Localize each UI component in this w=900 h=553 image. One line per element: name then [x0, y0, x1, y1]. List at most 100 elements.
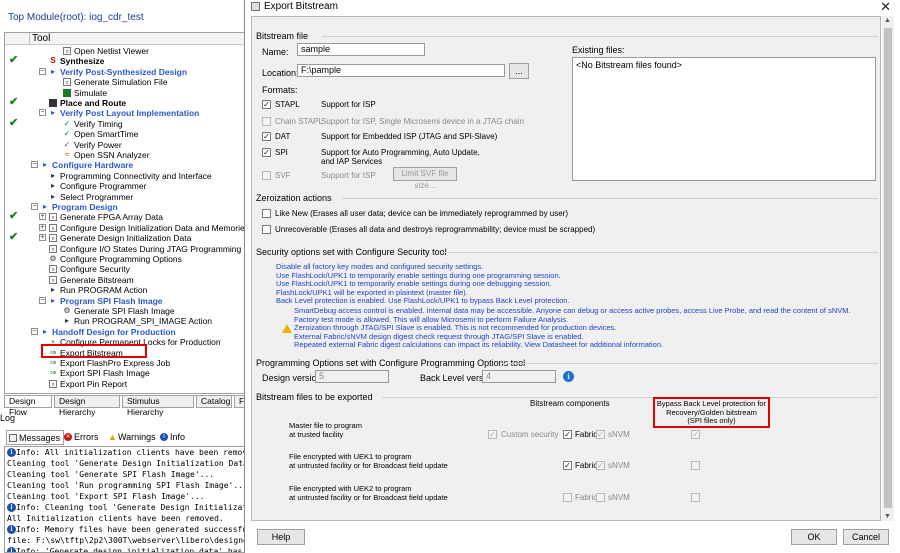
snvm-label: sNVM — [608, 461, 630, 470]
tree-item[interactable]: − ▸ Verify Post Layout Implementation — [5, 108, 247, 118]
snvm-checkbox[interactable]: ✓ — [596, 461, 605, 470]
log-tab-errors-label: Errors — [74, 432, 99, 442]
expander-icon[interactable]: + — [39, 213, 46, 221]
tree-item[interactable]: ⚙ Configure Programming Options — [5, 254, 247, 264]
warning-icon — [282, 324, 292, 333]
expander-icon[interactable]: + — [39, 223, 46, 231]
tree-item[interactable]: ✔ + ▫ Generate FPGA Array Data — [5, 211, 247, 223]
tree-item[interactable]: − ▸ Handoff Design for Production — [5, 327, 247, 337]
tree-item[interactable]: ▸ Run PROGRAM Action — [5, 285, 247, 295]
log-tab-info[interactable]: i Info — [158, 430, 185, 445]
location-label: Location: — [262, 68, 299, 78]
tool-header-label: Tool — [32, 33, 51, 44]
tree-item[interactable]: ⇒ Export SPI Flash Image — [5, 368, 247, 378]
tab-catalog[interactable]: Catalog — [196, 396, 232, 408]
tree-item[interactable]: − ▸ Program Design — [5, 202, 247, 212]
bypass-checkbox[interactable] — [691, 461, 700, 470]
tree-item[interactable]: ▫ Open Netlist Viewer — [5, 46, 247, 56]
browse-button[interactable]: ... — [509, 63, 529, 79]
bypass-checkbox[interactable] — [691, 493, 700, 502]
close-icon[interactable]: ✕ — [880, 0, 891, 15]
info-icon[interactable]: i — [563, 371, 574, 382]
bypass-checkbox[interactable]: ✓ — [691, 430, 700, 439]
log-line: All Initialization clients have been rem… — [7, 513, 247, 524]
dialog-title: Export Bitstream — [264, 1, 338, 12]
tree-item[interactable]: ✔ Place and Route — [5, 97, 247, 109]
document-icon: ▫ — [49, 265, 57, 274]
tree-item[interactable]: ▸ Select Programmer — [5, 192, 247, 202]
tree-item[interactable]: ✔ ✓ Verify Timing — [5, 117, 247, 129]
tree-item[interactable]: ≈ Open SSN Analyzer — [5, 150, 247, 160]
format-spi-checkbox[interactable]: ✓ — [262, 148, 271, 157]
expander-icon[interactable]: + — [39, 234, 46, 242]
format-stapl-checkbox[interactable]: ✓ — [262, 100, 271, 109]
log-line: Cleaning tool 'Generate SPI Flash Image'… — [7, 469, 247, 480]
dialog-scrollbar[interactable]: ▲ ▼ — [882, 16, 894, 521]
expander-icon[interactable]: − — [31, 161, 38, 169]
document-icon: ▫ — [63, 78, 71, 87]
expander-icon[interactable]: − — [39, 67, 46, 75]
snvm-checkbox[interactable]: ✓ — [596, 430, 605, 439]
format-name: SVF — [275, 171, 291, 180]
help-button[interactable]: Help — [257, 529, 305, 545]
tree-item[interactable]: ⇒ Export FlashPro Express Job — [5, 358, 247, 368]
tree-item[interactable]: ▸ Run PROGRAM_SPI_IMAGE Action — [5, 316, 247, 326]
expander-icon[interactable]: − — [39, 109, 46, 117]
fabric-checkbox[interactable]: ✓ — [563, 430, 572, 439]
tree-item[interactable]: − ▸ Verify Post-Synthesized Design — [5, 67, 247, 77]
tree-item[interactable]: ▫ Generate Bitstream — [5, 275, 247, 285]
name-input[interactable]: sample — [297, 43, 425, 56]
bypass-highlight: Bypass Back Level protection for Recover… — [653, 397, 770, 428]
tree-item[interactable]: ▸ Programming Connectivity and Interface — [5, 171, 247, 181]
expander-icon[interactable]: − — [39, 296, 46, 304]
format-description: Support for Auto Programming, Auto Updat… — [321, 148, 480, 166]
tree-item[interactable]: + ▫ Configure Design Initialization Data a… — [5, 223, 247, 233]
tree-item[interactable]: − ▸ Program SPI Flash Image — [5, 296, 247, 306]
unrecoverable-checkbox[interactable] — [262, 225, 271, 234]
tree-item[interactable]: ▸ Configure Programmer — [5, 181, 247, 192]
security-section: Security options set with Configure Secu… — [256, 247, 447, 257]
tool-column-header[interactable]: Tool — [5, 33, 247, 45]
format-chain-stapl-checkbox[interactable] — [262, 117, 271, 126]
tab-design-flow[interactable]: Design Flow — [4, 396, 52, 417]
log-line: i Info: 'Generate design initialization d… — [7, 546, 247, 552]
format-dat-checkbox[interactable]: ✓ — [262, 132, 271, 141]
log-tab-messages[interactable]: Messages — [6, 430, 65, 445]
log-tab-messages-label: Messages — [19, 433, 61, 443]
tree-item[interactable]: ▫ Generate Simulation File — [5, 77, 247, 87]
tree-item-label: Configure Security — [60, 264, 130, 275]
log-tab-warnings[interactable]: ▲ Warnings — [106, 430, 156, 445]
log-line-text: Cleaning tool 'Run programming SPI Flash… — [7, 481, 248, 490]
custom-security-checkbox[interactable]: ✓ — [488, 430, 497, 439]
tree-item[interactable]: ▫ Export Pin Report — [5, 379, 247, 389]
tab-stimulus-hierarchy[interactable]: Stimulus Hierarchy — [122, 396, 194, 417]
tree-item[interactable]: ✓ Open SmartTime — [5, 129, 247, 139]
fabric-checkbox[interactable] — [563, 493, 572, 502]
expander-icon[interactable]: − — [31, 327, 38, 335]
expander-icon[interactable]: − — [31, 203, 38, 210]
existing-files-list[interactable]: <No Bitstream files found> — [572, 57, 876, 181]
tree-item[interactable]: ✓ Verify Power — [5, 140, 247, 150]
tree-item[interactable]: ⚙ Generate SPI Flash Image — [5, 306, 247, 316]
tree-item-label: Configure Programmer — [60, 181, 147, 192]
like-new-checkbox[interactable] — [262, 209, 271, 218]
tree-item[interactable]: − ▸ Configure Hardware — [5, 160, 247, 170]
tree-item[interactable]: ✔ + ▫ Generate Design Initialization Data — [5, 232, 247, 244]
tree-item[interactable]: ▫ Configure I/O States During JTAG Progra… — [5, 244, 247, 254]
tree-item[interactable]: Simulate — [5, 88, 247, 98]
tab-design-hierarchy[interactable]: Design Hierarchy — [54, 396, 120, 417]
tree-item[interactable]: ✔ S Synthesize — [5, 55, 247, 67]
tree-item[interactable]: ▫ Configure Security — [5, 264, 247, 275]
cancel-button[interactable]: Cancel — [843, 529, 889, 545]
snvm-checkbox[interactable] — [596, 493, 605, 502]
location-input[interactable]: F:\pample — [297, 64, 505, 77]
format-svf-checkbox[interactable] — [262, 171, 271, 180]
flow-tabs: Design Flow Design Hierarchy Stimulus Hi… — [4, 395, 248, 417]
ok-button[interactable]: OK — [791, 529, 837, 545]
fabric-checkbox[interactable]: ✓ — [563, 461, 572, 470]
scrollbar-thumb[interactable] — [884, 28, 892, 508]
limit-svf-button[interactable]: Limit SVF file size... — [393, 167, 457, 190]
format-name: SPI — [275, 148, 288, 157]
log-tab-errors[interactable]: ✕ Errors — [62, 430, 99, 445]
flow-arrow-icon: ▸ — [42, 202, 47, 211]
